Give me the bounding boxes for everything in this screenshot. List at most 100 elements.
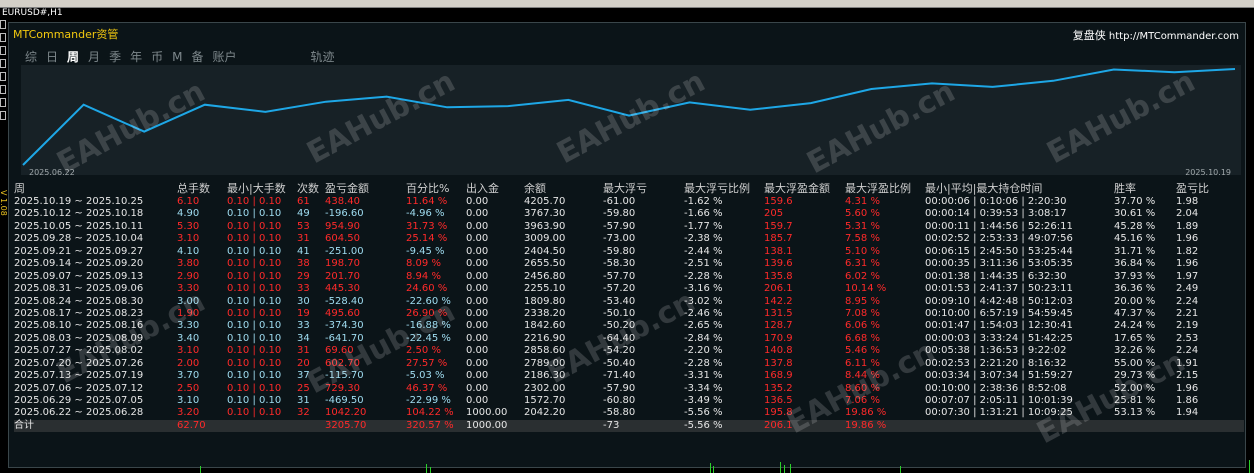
table-cell: 4.31 % — [845, 196, 880, 207]
table-cell: 25.81 % — [1114, 395, 1156, 406]
table-cell: 7.06 % — [845, 395, 880, 406]
tab-2[interactable]: 周 — [67, 50, 79, 64]
table-cell: 53 — [297, 220, 310, 232]
table-cell: 5.60 % — [845, 208, 880, 220]
table-cell: 2042.20 — [524, 407, 566, 419]
table-cell: 2.90 — [177, 270, 200, 282]
table-cell: 62.70 — [177, 419, 206, 431]
table-cell: 0.00 — [466, 220, 489, 232]
table-cell: -2.51 % — [684, 258, 723, 270]
table-cell: 0.10 | 0.10 — [227, 332, 282, 344]
table-cell: 195.8 — [764, 407, 793, 419]
side-button-2[interactable] — [0, 33, 6, 42]
table-cell: 104.22 % — [406, 407, 454, 419]
site-url[interactable]: http://MTCommander.com — [1109, 31, 1239, 42]
side-button-4[interactable] — [0, 59, 6, 68]
tab-3[interactable]: 月 — [88, 50, 100, 64]
table-cell: 2025.06.22 ~ 2025.06.28 — [14, 407, 144, 419]
table-cell: 1000.00 — [466, 407, 508, 419]
table-cell: 954.90 — [325, 220, 360, 232]
table-cell: -58.80 — [603, 407, 636, 419]
tick-mark — [1249, 460, 1250, 473]
table-cell: 2.24 — [1176, 345, 1199, 357]
table-cell: 19.86 % — [845, 407, 887, 419]
table-cell: 0.10 | 0.10 — [227, 407, 282, 419]
table-cell: 25.14 % — [406, 233, 448, 245]
tick-mark — [780, 462, 781, 473]
site-link[interactable]: 复盘侠 http://MTCommander.com — [1073, 27, 1239, 43]
table-cell: 31 — [297, 233, 310, 245]
table-cell: 0.10 | 0.10 — [227, 245, 282, 257]
table-cell: 2.50 % — [406, 345, 441, 357]
table-cell: 0.00 — [466, 307, 489, 319]
table-header-row: 周 总手数 最小|大手数 次数 盈亏金额 百分比% 出入金 余额 最大浮亏 最大浮亏比例 最大浮盈金… — [14, 181, 1244, 196]
tab-6[interactable]: 币 — [151, 50, 163, 64]
table-cell: -50.10 — [603, 307, 636, 319]
side-button-1[interactable] — [0, 20, 6, 29]
tab-0[interactable]: 综 — [25, 50, 37, 64]
table-cell: 0.10 | 0.10 — [227, 233, 282, 245]
column-header: 总手数 — [177, 182, 210, 195]
table-cell: -3.49 % — [684, 395, 723, 406]
table-cell: -1.62 % — [684, 196, 723, 207]
table-cell: 2302.00 — [524, 382, 566, 394]
table-cell: -57.90 — [603, 382, 636, 394]
table-cell: 36.84 % — [1114, 258, 1156, 270]
table-cell: 3.10 — [177, 395, 200, 406]
table-cell: 2255.10 — [524, 283, 566, 295]
table-cell: 69.60 — [325, 345, 354, 357]
table-cell: -2.20 % — [684, 345, 723, 357]
tab-9[interactable]: 账户 — [212, 50, 236, 64]
table-cell: -2.46 % — [684, 307, 723, 319]
table-cell: 19 — [297, 307, 310, 319]
tab-10[interactable]: 轨迹 — [311, 50, 335, 64]
tab-8[interactable]: 备 — [191, 50, 203, 64]
table-cell: -57.20 — [603, 283, 636, 295]
column-header: 盈亏金额 — [325, 182, 369, 195]
table-cell: 131.5 — [764, 307, 793, 319]
table-cell: 137.8 — [764, 357, 793, 369]
table-cell: 00:10:00 | 6:57:19 | 54:59:45 — [925, 307, 1073, 319]
tab-4[interactable]: 季 — [109, 50, 121, 64]
column-header: 最大浮亏 — [603, 182, 647, 195]
table-cell: 2025.08.24 ~ 2025.08.30 — [14, 295, 144, 307]
side-button-5[interactable] — [0, 72, 6, 81]
table-cell: 7.58 % — [845, 233, 880, 245]
table-cell: 53.13 % — [1114, 407, 1156, 419]
table-cell: -22.99 % — [406, 395, 451, 406]
equity-series-line — [22, 68, 1236, 166]
side-button-7[interactable] — [0, 98, 6, 107]
table-cell: 46.37 % — [406, 382, 448, 394]
side-button-8[interactable] — [0, 111, 6, 120]
table-cell: -73 — [603, 419, 620, 431]
table-cell: 0.10 | 0.10 — [227, 196, 282, 207]
table-total-row: 合计 62.70 3205.70 320.57 % 1000.00 -73 -5.56 % 2… — [14, 419, 1244, 433]
table-cell: -50.20 — [603, 320, 636, 332]
tab-5[interactable]: 年 — [130, 50, 142, 64]
side-button-6[interactable] — [0, 85, 6, 94]
table-cell: 0.00 — [466, 233, 489, 245]
table-cell: 00:00:14 | 0:39:53 | 3:08:17 — [925, 208, 1067, 220]
side-button-3[interactable] — [0, 46, 6, 55]
table-cell: 31 — [297, 395, 310, 406]
table-cell: 2025.10.05 ~ 2025.10.11 — [14, 220, 144, 232]
table-cell: 0.10 | 0.10 — [227, 357, 282, 369]
table-cell: -16.88 % — [406, 320, 451, 332]
table-cell: 159.7 — [764, 220, 793, 232]
table-cell: 128.7 — [764, 320, 793, 332]
table-cell: 32.26 % — [1114, 345, 1156, 357]
tab-1[interactable]: 日 — [46, 50, 58, 64]
table-cell: -3.16 % — [684, 283, 723, 295]
table-row: 2025.08.03 ~ 2025.08.09 3.40 0.10 | 0.10 34… — [14, 333, 1244, 345]
table-cell: 168.9 — [764, 370, 793, 382]
table-cell: 0.10 | 0.10 — [227, 295, 282, 307]
table-cell: 0.00 — [466, 208, 489, 220]
table-cell: 0.00 — [466, 395, 489, 406]
table-cell: 00:07:07 | 2:05:11 | 10:01:39 — [925, 395, 1073, 406]
table-cell: 1.82 — [1176, 245, 1199, 257]
table-cell: 00:03:34 | 3:07:34 | 51:59:27 — [925, 370, 1073, 382]
table-cell: 2858.60 — [524, 345, 566, 357]
tab-7[interactable]: M — [172, 50, 182, 64]
table-cell: -5.56 % — [684, 419, 723, 431]
table-cell: 00:07:30 | 1:31:21 | 10:09:25 — [925, 407, 1073, 419]
